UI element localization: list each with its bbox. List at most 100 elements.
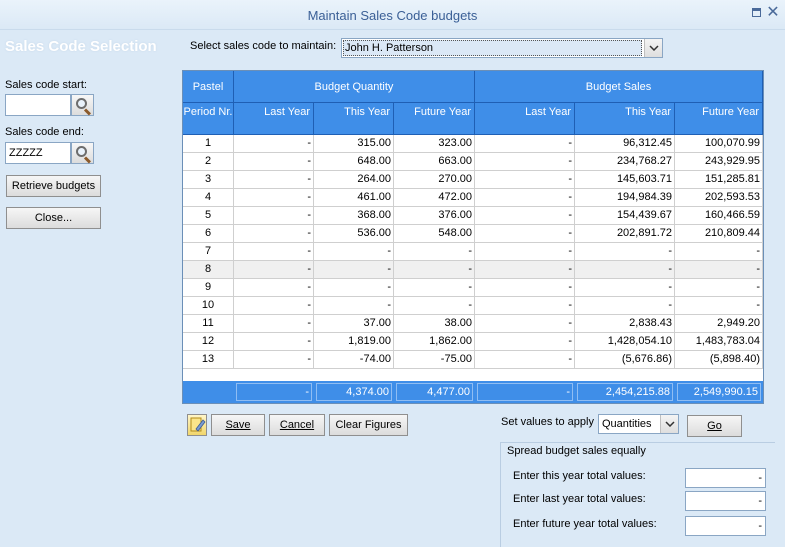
cell-qty-last-year[interactable]: - — [234, 279, 314, 297]
cell-sales-last-year[interactable]: - — [475, 225, 575, 243]
cell-qty-future-year[interactable]: 323.00 — [394, 135, 475, 153]
cell-sales-future-year[interactable]: 151,285.81 — [675, 171, 763, 189]
cell-qty-this-year[interactable]: 368.00 — [314, 207, 394, 225]
edit-notes-button[interactable] — [187, 414, 207, 436]
cell-qty-this-year[interactable]: - — [314, 261, 394, 279]
table-row[interactable]: 10- - - - - - — [183, 297, 763, 315]
cell-sales-this-year[interactable]: 145,603.71 — [575, 171, 675, 189]
close-button[interactable]: Close... — [6, 207, 101, 229]
cell-qty-future-year[interactable]: -75.00 — [394, 351, 475, 369]
cell-qty-future-year[interactable]: 38.00 — [394, 315, 475, 333]
cell-qty-this-year[interactable]: 536.00 — [314, 225, 394, 243]
cell-qty-last-year[interactable]: - — [234, 297, 314, 315]
cell-qty-future-year[interactable]: 376.00 — [394, 207, 475, 225]
cell-sales-this-year[interactable]: 154,439.67 — [575, 207, 675, 225]
table-row[interactable]: 2-648.00 663.00-234,768.27 243,929.95 — [183, 153, 763, 171]
col-sales-this-year[interactable]: This Year — [575, 103, 675, 135]
cell-sales-future-year[interactable]: 1,483,783.04 — [675, 333, 763, 351]
table-row[interactable]: 5-368.00 376.00-154,439.67 160,466.59 — [183, 207, 763, 225]
cell-sales-last-year[interactable]: - — [475, 243, 575, 261]
table-row[interactable]: 6-536.00 548.00-202,891.72 210,809.44 — [183, 225, 763, 243]
go-button[interactable]: Go — [687, 415, 742, 437]
cell-qty-this-year[interactable]: -74.00 — [314, 351, 394, 369]
cell-sales-this-year[interactable]: 2,838.43 — [575, 315, 675, 333]
cell-qty-future-year[interactable]: 472.00 — [394, 189, 475, 207]
cell-sales-last-year[interactable]: - — [475, 207, 575, 225]
cell-qty-this-year[interactable]: 37.00 — [314, 315, 394, 333]
cell-qty-this-year[interactable]: 264.00 — [314, 171, 394, 189]
cell-sales-future-year[interactable]: 210,809.44 — [675, 225, 763, 243]
table-row[interactable]: 9------ — [183, 279, 763, 297]
cell-sales-this-year[interactable]: 194,984.39 — [575, 189, 675, 207]
sales-code-start-input[interactable] — [5, 94, 71, 116]
start-lookup-button[interactable] — [71, 94, 94, 116]
cell-qty-last-year[interactable]: - — [234, 333, 314, 351]
last-year-total-input[interactable]: - — [685, 491, 766, 511]
cell-qty-this-year[interactable]: - — [314, 243, 394, 261]
cell-sales-this-year[interactable]: (5,676.86) — [575, 351, 675, 369]
dropdown-button[interactable] — [644, 39, 662, 57]
cell-sales-last-year[interactable]: - — [475, 261, 575, 279]
cell-qty-last-year[interactable]: - — [234, 225, 314, 243]
cell-sales-last-year[interactable]: - — [475, 279, 575, 297]
cell-qty-future-year[interactable]: 663.00 — [394, 153, 475, 171]
table-row[interactable]: 8------ — [183, 261, 763, 279]
cell-sales-last-year[interactable]: - — [475, 297, 575, 315]
col-period[interactable]: Period Nr. — [183, 103, 234, 135]
cell-sales-future-year[interactable]: - — [675, 279, 763, 297]
end-lookup-button[interactable] — [71, 142, 94, 164]
cell-qty-this-year[interactable]: - — [314, 279, 394, 297]
cell-qty-future-year[interactable]: - — [394, 279, 475, 297]
set-values-select[interactable]: Quantities — [598, 414, 679, 434]
cell-sales-this-year[interactable]: - — [575, 297, 675, 315]
col-sales-last-year[interactable]: Last Year — [475, 103, 575, 135]
cell-sales-future-year[interactable]: 202,593.53 — [675, 189, 763, 207]
cell-sales-this-year[interactable]: - — [575, 279, 675, 297]
cell-sales-future-year[interactable]: - — [675, 243, 763, 261]
cell-qty-future-year[interactable]: 270.00 — [394, 171, 475, 189]
cell-qty-this-year[interactable]: 315.00 — [314, 135, 394, 153]
cell-sales-last-year[interactable]: - — [475, 153, 575, 171]
col-qty-future-year[interactable]: Future Year — [394, 103, 475, 135]
cell-qty-this-year[interactable]: - — [314, 297, 394, 315]
budget-grid[interactable]: Pastel Budget Quantity Budget Sales Peri… — [182, 70, 764, 404]
cell-qty-future-year[interactable]: - — [394, 261, 475, 279]
dropdown-button[interactable] — [660, 415, 678, 433]
cancel-button[interactable]: Cancel — [269, 414, 325, 436]
cell-qty-this-year[interactable]: 648.00 — [314, 153, 394, 171]
table-row[interactable]: 12-1,819.00 1,862.00-1,428,054.10 1,483,78… — [183, 333, 763, 351]
close-window-button[interactable]: ✕ — [766, 5, 780, 21]
cell-qty-last-year[interactable]: - — [234, 135, 314, 153]
cell-qty-future-year[interactable]: 548.00 — [394, 225, 475, 243]
table-row[interactable]: 11-37.00 38.00-2,838.43 2,949.20 — [183, 315, 763, 333]
cell-qty-this-year[interactable]: 461.00 — [314, 189, 394, 207]
cell-sales-last-year[interactable]: - — [475, 189, 575, 207]
restore-button[interactable] — [750, 6, 764, 20]
cell-sales-future-year[interactable]: 160,466.59 — [675, 207, 763, 225]
cell-sales-future-year[interactable]: 100,070.99 — [675, 135, 763, 153]
save-button[interactable]: Save — [211, 414, 265, 436]
cell-qty-last-year[interactable]: - — [234, 261, 314, 279]
col-qty-this-year[interactable]: This Year — [314, 103, 394, 135]
cell-qty-last-year[interactable]: - — [234, 153, 314, 171]
cell-sales-this-year[interactable]: 1,428,054.10 — [575, 333, 675, 351]
cell-sales-this-year[interactable]: - — [575, 243, 675, 261]
cell-qty-future-year[interactable]: - — [394, 297, 475, 315]
table-row[interactable]: 1-315.00 323.00-96,312.45 100,070.99 — [183, 135, 763, 153]
table-row[interactable]: 3-264.00 270.00-145,603.71 151,285.81 — [183, 171, 763, 189]
cell-sales-future-year[interactable]: 243,929.95 — [675, 153, 763, 171]
cell-sales-this-year[interactable]: 96,312.45 — [575, 135, 675, 153]
cell-sales-future-year[interactable]: (5,898.40) — [675, 351, 763, 369]
col-sales-future-year[interactable]: Future Year — [675, 103, 763, 135]
clear-figures-button[interactable]: Clear Figures — [329, 414, 408, 436]
table-row[interactable]: 7------ — [183, 243, 763, 261]
cell-sales-last-year[interactable]: - — [475, 333, 575, 351]
cell-sales-future-year[interactable]: 2,949.20 — [675, 315, 763, 333]
cell-qty-this-year[interactable]: 1,819.00 — [314, 333, 394, 351]
cell-sales-future-year[interactable]: - — [675, 261, 763, 279]
cell-sales-last-year[interactable]: - — [475, 351, 575, 369]
cell-qty-last-year[interactable]: - — [234, 171, 314, 189]
cell-qty-last-year[interactable]: - — [234, 189, 314, 207]
cell-qty-last-year[interactable]: - — [234, 243, 314, 261]
cell-qty-last-year[interactable]: - — [234, 207, 314, 225]
